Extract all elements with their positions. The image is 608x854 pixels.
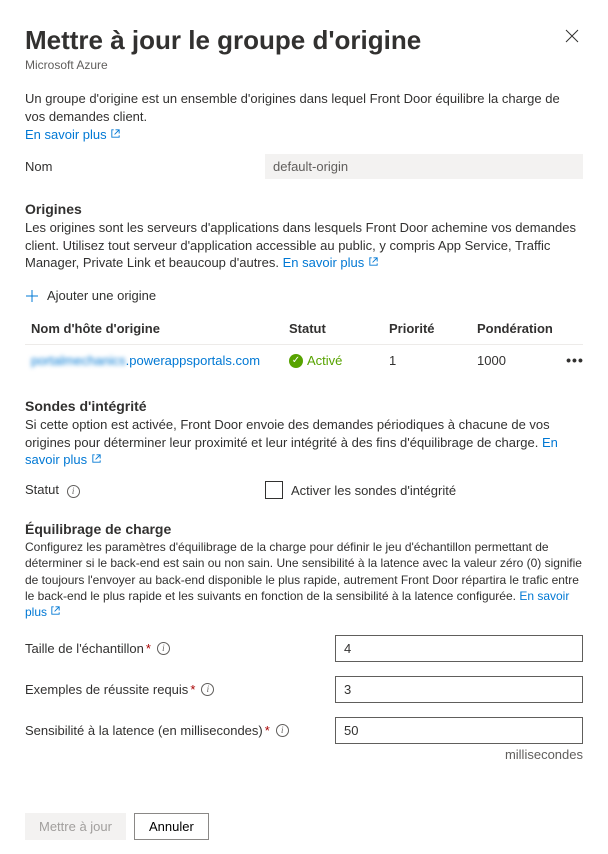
cancel-button[interactable]: Annuler [134, 813, 209, 840]
name-label: Nom [25, 159, 265, 174]
info-icon[interactable]: i [157, 642, 170, 655]
success-required-label: Exemples de réussite requis* i [25, 682, 335, 697]
origins-table: Nom d'hôte d'origine Statut Priorité Pon… [25, 313, 583, 376]
col-weight: Pondération [473, 321, 563, 336]
close-icon [565, 29, 579, 43]
col-host: Nom d'hôte d'origine [31, 321, 289, 336]
col-status: Statut [289, 321, 385, 336]
pane-subtitle: Microsoft Azure [25, 58, 421, 72]
footer: Mettre à jour Annuler [25, 799, 583, 854]
intro-learn-more-link[interactable]: En savoir plus [25, 127, 121, 142]
success-required-input[interactable] [335, 676, 583, 703]
lb-desc: Configurez les paramètres d'équilibrage … [25, 539, 583, 621]
info-icon[interactable]: i [201, 683, 214, 696]
update-button[interactable]: Mettre à jour [25, 813, 126, 840]
table-row: portalmechanics.powerappsportals.com ✓ A… [25, 344, 583, 376]
latency-unit: millisecondes [25, 747, 583, 762]
intro-desc: Un groupe d'origine est un ensemble d'or… [25, 90, 583, 125]
pane-title: Mettre à jour le groupe d'origine [25, 25, 421, 56]
add-origin-button[interactable]: Ajouter une origine [25, 288, 583, 303]
probes-heading: Sondes d'intégrité [25, 398, 583, 414]
status-badge: ✓ Activé [289, 353, 385, 368]
name-value: default-origin [265, 154, 583, 179]
external-link-icon [368, 256, 379, 272]
external-link-icon [91, 453, 102, 469]
origins-heading: Origines [25, 201, 583, 217]
probes-desc: Si cette option est activée, Front Door … [25, 416, 583, 469]
sample-size-input[interactable] [335, 635, 583, 662]
cell-priority: 1 [385, 353, 473, 368]
origins-learn-more-link[interactable]: En savoir plus [283, 255, 379, 270]
close-button[interactable] [561, 25, 583, 50]
col-priority: Priorité [385, 321, 473, 336]
plus-icon [25, 289, 39, 303]
probe-status-label: Statut i [25, 482, 265, 498]
success-icon: ✓ [289, 354, 303, 368]
origin-host-link[interactable]: portalmechanics.powerappsportals.com [31, 353, 260, 368]
external-link-icon [50, 605, 61, 621]
enable-probes-checkbox[interactable] [265, 481, 283, 499]
enable-probes-label: Activer les sondes d'intégrité [291, 483, 456, 498]
latency-label: Sensibilité à la latence (en millisecond… [25, 723, 335, 738]
origins-desc: Les origines sont les serveurs d'applica… [25, 219, 583, 272]
cell-weight: 1000 [473, 353, 563, 368]
info-icon[interactable]: i [276, 724, 289, 737]
sample-size-label: Taille de l'échantillon* i [25, 641, 335, 656]
table-header: Nom d'hôte d'origine Statut Priorité Pon… [25, 313, 583, 344]
external-link-icon [110, 128, 121, 142]
row-more-button[interactable]: ••• [566, 353, 583, 367]
lb-heading: Équilibrage de charge [25, 521, 583, 537]
info-icon[interactable]: i [67, 485, 80, 498]
latency-input[interactable] [335, 717, 583, 744]
